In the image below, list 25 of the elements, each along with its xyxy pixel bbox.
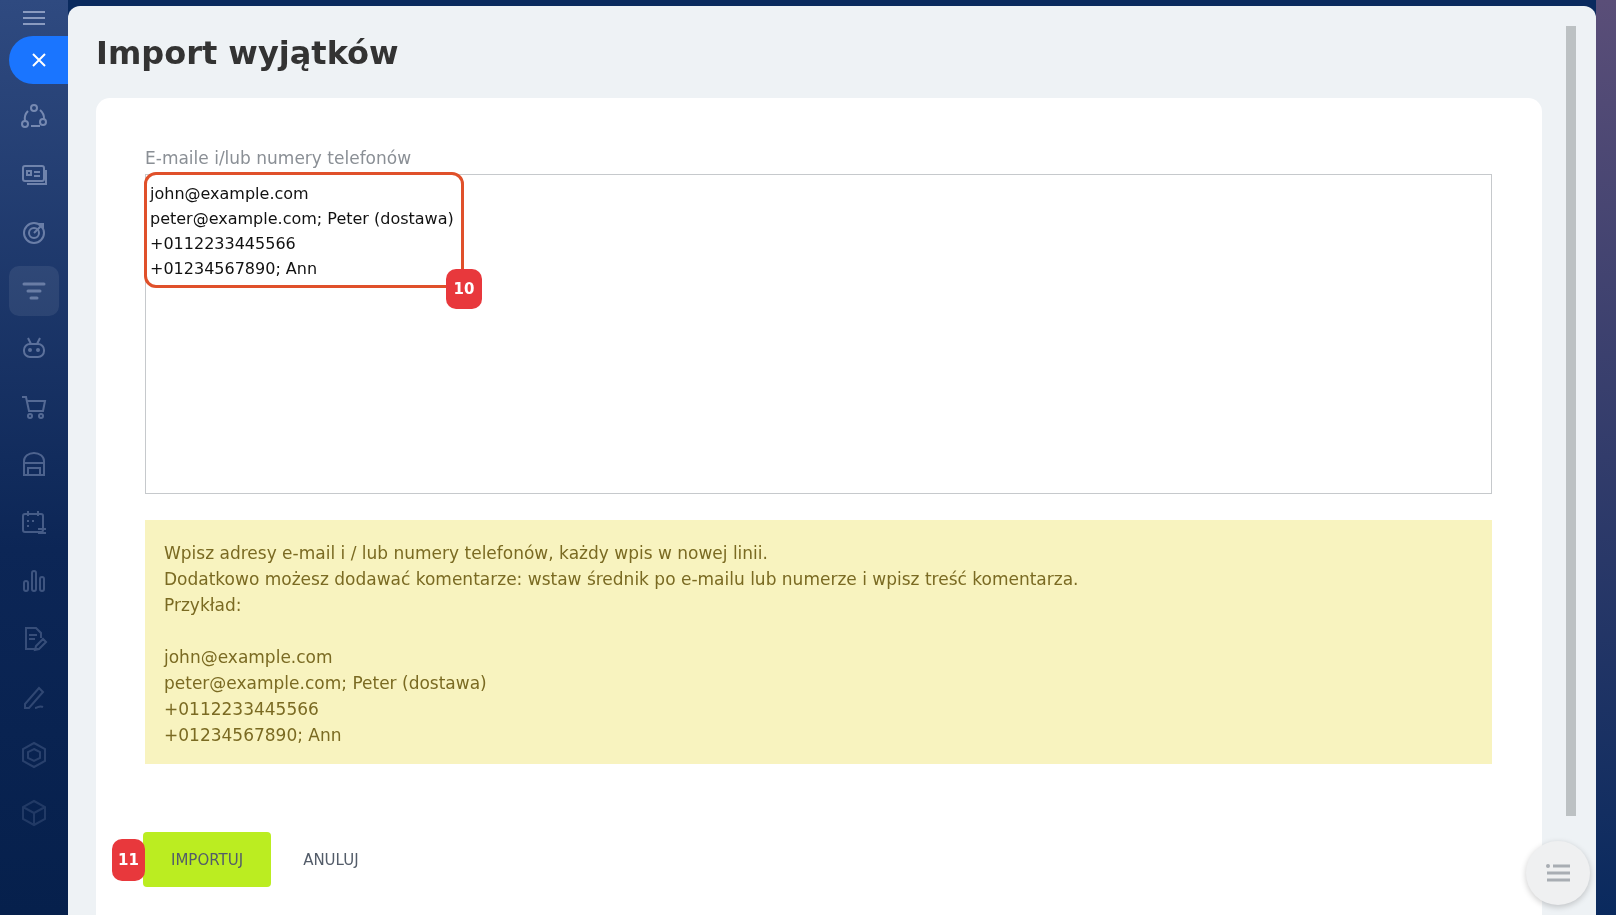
hint-text: Przykład:: [164, 594, 243, 617]
example-line: peter@example.com; Peter (dostawa): [164, 672, 488, 695]
hint-text: Dodatkowo możesz dodawać komentarze: wstaw średnik po e-mailu lub numerze i wpisz treść komentarza.: [164, 568, 1080, 591]
box-icon[interactable]: [20, 799, 48, 827]
annotation-marker: 10: [446, 269, 482, 309]
cart-icon[interactable]: [20, 393, 48, 421]
annotation-marker: 11: [112, 838, 145, 881]
cancel-button[interactable]: ANULUJ: [275, 832, 387, 887]
calendar-icon[interactable]: [20, 509, 48, 537]
menu-icon[interactable]: [22, 10, 46, 26]
list-icon: [1545, 863, 1571, 883]
field-label: E-maile i/lub numery telefonów: [145, 148, 413, 168]
chart-icon[interactable]: [20, 567, 48, 595]
hint-text: Wpisz adresy e-mail i / lub numery telefonów, każdy wpis w nowej linii.: [164, 542, 769, 565]
example-line: john@example.com: [164, 646, 334, 669]
example-line: +01234567890; Ann: [164, 724, 343, 747]
close-button[interactable]: [9, 36, 69, 84]
target-icon[interactable]: [20, 219, 48, 247]
close-icon: [31, 52, 47, 68]
flow-icon[interactable]: [20, 103, 48, 131]
import-button[interactable]: IMPORTUJ: [143, 832, 272, 887]
store-icon[interactable]: [20, 451, 48, 479]
dialog-title: Import wyjątków: [96, 34, 400, 72]
example-line: +0112233445566: [164, 698, 320, 721]
hex-icon[interactable]: [20, 741, 48, 769]
